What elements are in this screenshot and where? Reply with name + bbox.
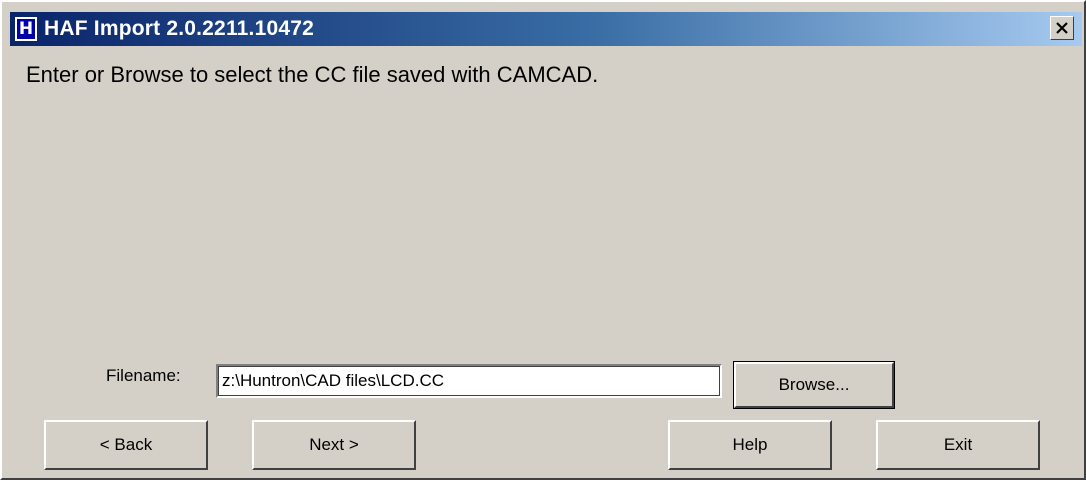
haf-import-window: H HAF Import 2.0.2211.10472 Enter or Bro… xyxy=(0,0,1086,480)
help-button[interactable]: Help xyxy=(668,420,832,470)
instruction-text: Enter or Browse to select the CC file sa… xyxy=(26,62,599,87)
title-bar[interactable]: H HAF Import 2.0.2211.10472 xyxy=(10,12,1082,46)
app-icon[interactable]: H xyxy=(14,16,38,42)
exit-button[interactable]: Exit xyxy=(876,420,1040,470)
browse-button[interactable]: Browse... xyxy=(733,361,895,409)
app-icon-letter: H xyxy=(17,19,35,39)
filename-input[interactable] xyxy=(216,364,722,398)
close-button[interactable] xyxy=(1050,16,1074,40)
back-button[interactable]: < Back xyxy=(44,420,208,470)
close-icon xyxy=(1056,22,1068,34)
window-title: HAF Import 2.0.2211.10472 xyxy=(44,17,314,40)
next-button[interactable]: Next > xyxy=(252,420,416,470)
filename-label: Filename: xyxy=(106,366,181,385)
